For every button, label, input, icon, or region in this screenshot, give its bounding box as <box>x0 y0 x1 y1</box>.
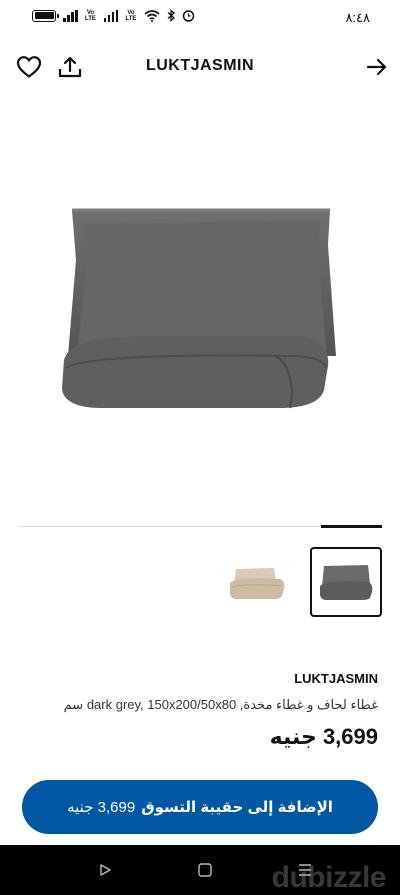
alarm-icon <box>182 10 195 22</box>
status-icons: Vo LTE Vo LTE <box>32 9 195 22</box>
battery-icon <box>32 9 59 22</box>
dubizzle-watermark: dubizzle <box>271 861 387 894</box>
volte-icon: Vo LTE <box>85 9 96 22</box>
volte-icon-2: Vo LTE <box>125 9 137 22</box>
product-brand: LUKTJASMIN <box>294 671 378 686</box>
product-image-main[interactable] <box>40 190 360 430</box>
arrow-right-icon[interactable] <box>364 54 390 80</box>
product-description: غطاء لحاف و غطاء مخدة, dark grey, 150x20… <box>63 697 378 712</box>
status-bar: Vo LTE Vo LTE ٨:٤٨ <box>0 0 400 36</box>
carousel-indicator <box>321 525 382 528</box>
bluetooth-icon <box>167 9 175 22</box>
thumbnail-beige[interactable] <box>222 555 292 611</box>
add-to-cart-button[interactable]: الإضافة إلى حقيبة التسوق 3,699 جنيه <box>22 780 378 834</box>
back-icon[interactable] <box>96 861 114 879</box>
status-time: ٨:٤٨ <box>345 10 370 25</box>
product-header: LUKTJASMIN <box>0 44 400 88</box>
add-to-cart-label: الإضافة إلى حقيبة التسوق <box>141 799 333 816</box>
signal-icon-2 <box>103 9 118 22</box>
signal-icon <box>63 9 78 22</box>
thumbnail-grey-selected[interactable] <box>310 547 382 617</box>
home-icon[interactable] <box>196 861 214 879</box>
product-price: 3,699 جنيه <box>269 724 378 749</box>
system-nav-bar: dubizzle <box>0 845 400 895</box>
wifi-icon <box>144 9 160 22</box>
add-to-cart-price: 3,699 جنيه <box>67 799 136 816</box>
page-title: LUKTJASMIN <box>145 57 255 74</box>
